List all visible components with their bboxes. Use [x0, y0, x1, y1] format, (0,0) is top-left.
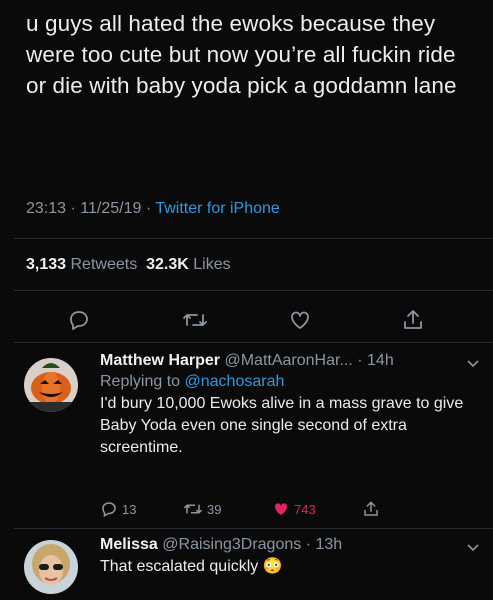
retweet-button[interactable] [180, 305, 210, 335]
avatar[interactable] [24, 358, 78, 412]
divider [14, 290, 493, 291]
reply-reply-count: 13 [122, 501, 137, 517]
reply-text: That escalated quickly [100, 558, 259, 575]
reply-content: Matthew Harper @MattAaronHar... · 14h Re… [100, 352, 484, 459]
likes-label: Likes [193, 256, 231, 273]
flushed-face-emoji: 😳 [262, 558, 283, 575]
reply-text: I'd bury 10,000 Ewoks alive in a mass gr… [100, 395, 464, 456]
like-icon [291, 311, 309, 329]
reply-content: Melissa @Raising3Dragons · 13h That esca… [100, 536, 484, 578]
tweet-meta: 23:13 · 11/25/19 · Twitter for iPhone [26, 200, 280, 218]
reply-text-line: That escalated quickly 😳 [100, 556, 484, 578]
reply-age: 14h [367, 352, 394, 369]
divider [14, 342, 493, 343]
reply-retweet-button[interactable]: 39 [183, 500, 221, 518]
reply-reply-button[interactable]: 13 [100, 500, 136, 518]
divider [14, 238, 493, 239]
reply-icon [102, 502, 116, 518]
reply-age: 13h [315, 536, 343, 553]
avatar-pumpkin-image [24, 358, 78, 412]
avatar-photo-image [24, 540, 78, 594]
chevron-down-icon [467, 544, 479, 552]
reply-header: Melissa @Raising3Dragons · 13h [100, 536, 484, 554]
reply-retweet-count: 39 [207, 501, 222, 517]
reply-menu-button[interactable] [466, 540, 480, 558]
reply-author-handle[interactable]: @Raising3Dragons [162, 536, 301, 553]
retweets-label: Retweets [70, 256, 138, 273]
reply-share-button[interactable] [362, 500, 380, 518]
tweet-stats: 3,133 Retweets 32.3K Likes [26, 256, 231, 274]
reply-like-button[interactable]: 743 [272, 500, 316, 518]
reply-menu-button[interactable] [466, 356, 480, 374]
reply-author-name[interactable]: Melissa [100, 536, 158, 553]
reply-button[interactable] [64, 305, 94, 335]
share-button[interactable] [398, 305, 428, 335]
tweet-time: 23:13 [26, 200, 67, 217]
reply-like-count: 743 [294, 501, 316, 517]
share-icon [364, 501, 378, 516]
retweet-icon [184, 504, 202, 514]
replying-to-link[interactable]: @nachosarah [185, 373, 285, 390]
like-button[interactable] [285, 305, 315, 335]
reply-author-name[interactable]: Matthew Harper [100, 352, 220, 369]
replying-prefix: Replying to [100, 373, 181, 390]
likes-count: 32.3K [146, 256, 189, 273]
separator: · [305, 536, 312, 553]
separator: · [357, 352, 363, 369]
separator: · [70, 200, 76, 217]
retweets-count: 3,133 [26, 256, 67, 273]
tweet-actions [0, 305, 493, 335]
replying-to: Replying to @nachosarah [100, 373, 484, 391]
reply-icon [70, 311, 88, 330]
tweet-text: u guys all hated the ewoks because they … [26, 11, 457, 98]
retweet-icon [183, 314, 207, 326]
reply-author-handle[interactable]: @MattAaronHar... [224, 352, 352, 369]
tweet-date: 11/25/19 [80, 200, 142, 217]
avatar[interactable] [24, 540, 78, 594]
separator: · [145, 200, 152, 217]
share-icon [404, 310, 422, 329]
reply-item[interactable]: Melissa @Raising3Dragons · 13h That esca… [24, 536, 484, 600]
like-icon [274, 503, 288, 515]
retweets-stat[interactable]: 3,133 Retweets [26, 256, 137, 273]
reply-header: Matthew Harper @MattAaronHar... · 14h [100, 352, 484, 370]
tweet-source-link[interactable]: Twitter for iPhone [155, 200, 280, 217]
reply-actions: 13 39 743 [100, 500, 430, 522]
divider [14, 528, 493, 529]
chevron-down-icon [467, 360, 479, 368]
reply-item[interactable]: Matthew Harper @MattAaronHar... · 14h Re… [24, 352, 484, 524]
likes-stat[interactable]: 32.3K Likes [146, 256, 231, 273]
